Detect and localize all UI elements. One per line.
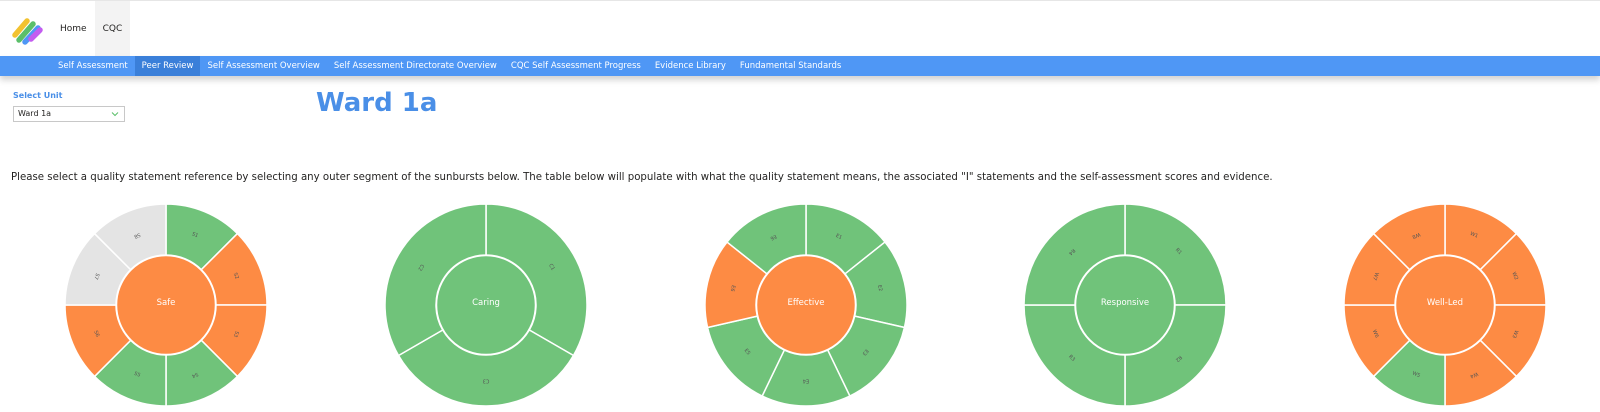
sunburst-segment-label: C3: [483, 378, 490, 384]
sub-nav: Self Assessment Peer Review Self Assessm…: [0, 56, 1600, 76]
sunburst-segment-label: E4: [803, 378, 809, 384]
sunburst-center-label: Well-Led: [1427, 298, 1463, 308]
tab-self-assessment[interactable]: Self Assessment: [51, 56, 135, 76]
sunburst-center-label: Responsive: [1101, 298, 1149, 308]
sunburst-chart-effective: E1 E2 E3 E4 E5 E6 E6 Effective: [703, 202, 909, 408]
tab-self-assessment-directorate-overview[interactable]: Self Assessment Directorate Overview: [327, 56, 504, 76]
tab-peer-review[interactable]: Peer Review: [134, 56, 201, 76]
tab-evidence-library[interactable]: Evidence Library: [648, 56, 733, 76]
nav-home[interactable]: Home: [52, 1, 95, 57]
sunburst-center-label: Caring: [472, 298, 500, 308]
sunburst-chart-well-led: W1 W2 W3 W4 W5 W6 W7 W8 Well-Led: [1342, 202, 1548, 408]
tab-self-assessment-overview[interactable]: Self Assessment Overview: [200, 56, 326, 76]
sunburst-center-label: Effective: [787, 298, 824, 308]
chevron-down-icon: [111, 112, 119, 117]
page-title: Ward 1a: [316, 88, 438, 118]
nav-cqc[interactable]: CQC: [94, 1, 131, 57]
tab-fundamental-standards[interactable]: Fundamental Standards: [733, 56, 848, 76]
instructions-text: Please select a quality statement refere…: [11, 172, 1273, 183]
top-bar: Home CQC: [0, 0, 1600, 57]
sunburst-center-label: Safe: [157, 298, 176, 308]
sunburst-chart-responsive: R1 R2 R3 R4 Responsive: [1022, 202, 1228, 408]
select-unit-dropdown[interactable]: Ward 1a: [13, 106, 125, 122]
select-unit-label: Select Unit: [13, 91, 63, 100]
app-logo-icon[interactable]: [10, 12, 44, 46]
tab-cqc-self-assessment-progress[interactable]: CQC Self Assessment Progress: [504, 56, 648, 76]
select-unit-value: Ward 1a: [18, 109, 52, 118]
sunburst-chart-caring: C1 C3 C2 Caring: [383, 202, 589, 408]
top-nav: Home CQC: [52, 1, 131, 57]
sunburst-chart-safe: S1 S2 S3 S4 S5 S6 S7 S8 Safe: [63, 202, 269, 408]
